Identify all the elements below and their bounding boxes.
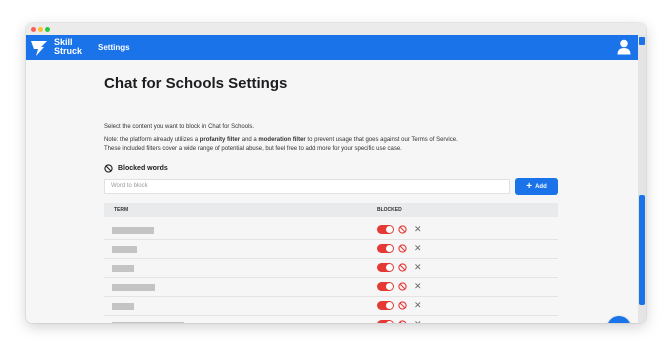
note-mid: and a bbox=[240, 137, 259, 143]
block-icon bbox=[104, 164, 113, 173]
table-row: ✕ bbox=[104, 258, 558, 278]
blocked-toggle[interactable] bbox=[377, 320, 394, 323]
close-window-button[interactable] bbox=[31, 27, 36, 32]
table-header: TERM BLOCKED bbox=[104, 203, 558, 217]
note-prefix: Note: the platform already utilizes a bbox=[104, 137, 200, 143]
brand-line2: Struck bbox=[54, 46, 83, 56]
block-icon bbox=[398, 301, 407, 310]
redacted-term bbox=[112, 284, 155, 291]
minimize-window-button[interactable] bbox=[38, 27, 43, 32]
redacted-term bbox=[112, 322, 184, 323]
block-icon bbox=[398, 263, 407, 272]
column-header-term: TERM bbox=[114, 207, 129, 213]
block-icon bbox=[398, 320, 407, 323]
note-text: Note: the platform already utilizes a pr… bbox=[104, 136, 458, 145]
app-header: Skill Struck Settings bbox=[26, 35, 638, 60]
brand-name[interactable]: Skill Struck bbox=[54, 38, 82, 56]
user-icon[interactable] bbox=[617, 39, 631, 55]
redacted-term bbox=[112, 246, 137, 253]
note-bold-moderation: moderation filter bbox=[258, 137, 306, 143]
window-titlebar bbox=[26, 23, 646, 35]
note-suffix: to prevent usage that goes against our T… bbox=[305, 137, 458, 143]
intro-text: Select the content you want to block in … bbox=[104, 124, 255, 130]
word-to-block-input[interactable]: Word to block bbox=[104, 179, 510, 194]
block-icon bbox=[398, 282, 407, 291]
chat-widget-button[interactable] bbox=[607, 316, 631, 323]
redacted-term bbox=[112, 303, 134, 310]
blocked-toggle[interactable] bbox=[377, 263, 394, 272]
blocked-toggle[interactable] bbox=[377, 301, 394, 310]
delete-term-button[interactable]: ✕ bbox=[414, 261, 422, 273]
note-bold-profanity: profanity filter bbox=[199, 137, 241, 143]
word-to-block-placeholder: Word to block bbox=[111, 183, 148, 189]
table-row: ✕ bbox=[104, 315, 558, 323]
scrollbar-thumb[interactable] bbox=[639, 195, 645, 305]
delete-term-button[interactable]: ✕ bbox=[414, 299, 422, 311]
redacted-term bbox=[112, 227, 154, 234]
block-icon bbox=[398, 225, 407, 234]
table-row: ✕ bbox=[104, 220, 558, 240]
skillstruck-logo-icon[interactable] bbox=[30, 39, 48, 57]
table-row: ✕ bbox=[104, 277, 558, 297]
block-icon bbox=[398, 244, 407, 253]
add-word-button[interactable]: + Add bbox=[515, 178, 558, 195]
maximize-window-button[interactable] bbox=[45, 27, 50, 32]
delete-term-button[interactable]: ✕ bbox=[414, 242, 422, 254]
delete-term-button[interactable]: ✕ bbox=[414, 223, 422, 235]
redacted-term bbox=[112, 265, 134, 272]
scrollbar-up-arrow[interactable] bbox=[639, 37, 645, 45]
note-line-2: These included filters cover a wide rang… bbox=[104, 146, 402, 152]
blocked-toggle[interactable] bbox=[377, 282, 394, 291]
chat-bubble-icon bbox=[613, 322, 626, 324]
plus-icon: + bbox=[526, 180, 533, 192]
nav-settings-link[interactable]: Settings bbox=[98, 43, 130, 52]
blocked-toggle[interactable] bbox=[377, 244, 394, 253]
add-button-label: Add bbox=[535, 183, 547, 190]
blocked-words-heading: Blocked words bbox=[118, 165, 168, 172]
blocked-toggle[interactable] bbox=[377, 225, 394, 234]
settings-content: Chat for Schools Settings Select the con… bbox=[26, 60, 638, 323]
browser-window: Skill Struck Settings Chat for Schools S… bbox=[26, 23, 646, 323]
table-row: ✕ bbox=[104, 239, 558, 259]
table-row: ✕ bbox=[104, 296, 558, 316]
delete-term-button[interactable]: ✕ bbox=[414, 318, 422, 323]
page-title: Chat for Schools Settings bbox=[104, 75, 288, 92]
delete-term-button[interactable]: ✕ bbox=[414, 280, 422, 292]
column-header-blocked: BLOCKED bbox=[377, 207, 402, 213]
